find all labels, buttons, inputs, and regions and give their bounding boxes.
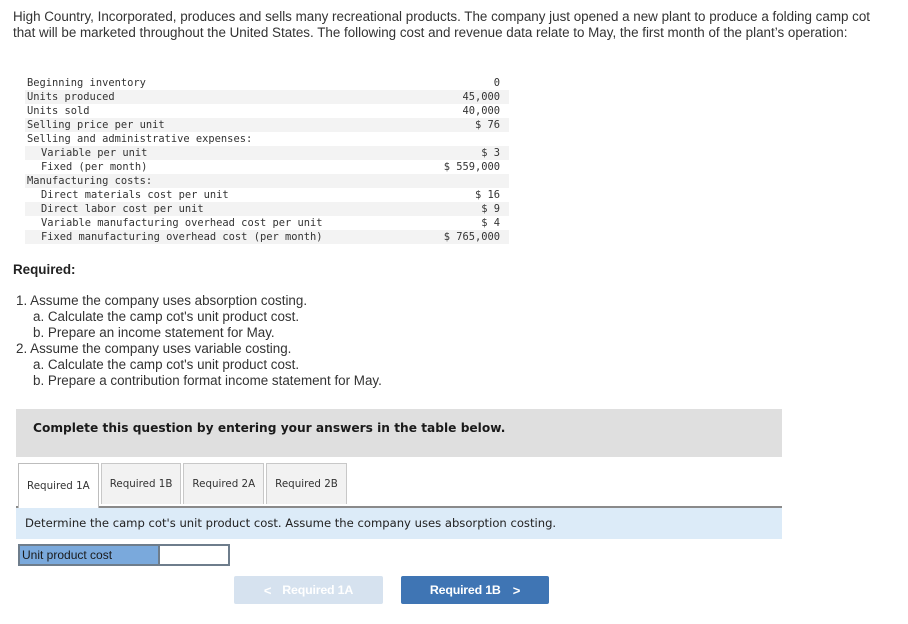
problem-intro: High Country, Incorporated, produces and… — [13, 9, 870, 40]
data-value: $ 3 — [481, 147, 500, 159]
required-heading: Required: — [13, 262, 76, 277]
unit-product-cost-input[interactable] — [160, 546, 228, 564]
data-label: Fixed manufacturing overhead cost (per m… — [41, 231, 323, 243]
next-button-label: Required 1B — [429, 583, 501, 597]
data-value: 0 — [493, 77, 500, 89]
data-label: Variable per unit — [41, 147, 148, 159]
requirement-tabs: Required 1A Required 1B Required 2A Requ… — [18, 463, 349, 508]
data-row: Fixed manufacturing overhead cost (per m… — [25, 230, 509, 244]
required-list: 1. Assume the company uses absorption co… — [16, 293, 382, 389]
data-row: Fixed (per month) $ 559,000 — [25, 160, 509, 174]
data-row: Variable per unit $ 3 — [25, 146, 509, 160]
data-label: Manufacturing costs: — [27, 175, 153, 187]
data-row: Beginning inventory 0 — [25, 76, 509, 90]
chevron-left-icon: < — [263, 582, 272, 598]
required-subitem: b. Prepare a contribution format income … — [33, 373, 382, 388]
prompt-text: Determine the camp cot's unit product co… — [25, 516, 557, 530]
data-label: Direct materials cost per unit — [41, 189, 229, 201]
answer-cell — [160, 546, 228, 564]
data-label: Fixed (per month) — [41, 161, 148, 173]
answer-label: Unit product cost — [20, 546, 160, 564]
data-value: $ 16 — [474, 189, 500, 201]
data-value: 45,000 — [462, 91, 500, 103]
data-value: $ 4 — [481, 217, 500, 229]
required-item: 2. Assume the company uses variable cost… — [16, 341, 292, 356]
data-row: Selling and administrative expenses: — [25, 132, 509, 146]
data-label: Selling price per unit — [27, 119, 165, 131]
data-value: $ 765,000 — [443, 231, 500, 243]
data-row: Selling price per unit $ 76 — [25, 118, 509, 132]
data-row: Direct labor cost per unit $ 9 — [25, 202, 509, 216]
tab-required-1a[interactable]: Required 1A — [18, 463, 99, 508]
required-subitem: a. Calculate the camp cot's unit product… — [33, 309, 300, 324]
data-label: Variable manufacturing overhead cost per… — [41, 217, 323, 229]
data-row: Direct materials cost per unit $ 16 — [25, 188, 509, 202]
tab-required-2b[interactable]: Required 2B — [266, 463, 347, 504]
data-row: Units sold 40,000 — [25, 104, 509, 118]
required-subitem: b. Prepare an income statement for May. — [33, 325, 275, 340]
data-row: Manufacturing costs: — [25, 174, 509, 188]
data-label: Units sold — [27, 105, 90, 117]
instruction-text: Complete this question by entering your … — [33, 421, 506, 435]
required-subitem: a. Calculate the camp cot's unit product… — [33, 357, 300, 372]
instruction-banner: Complete this question by entering your … — [16, 409, 782, 457]
previous-button-label: Required 1A — [282, 583, 354, 597]
next-button[interactable]: Required 1B > — [401, 576, 549, 604]
answer-table-row: Unit product cost — [18, 544, 230, 566]
previous-button[interactable]: < Required 1A — [234, 576, 383, 604]
data-label: Beginning inventory — [27, 77, 146, 89]
tab-required-2a[interactable]: Required 2A — [183, 463, 265, 504]
data-row: Units produced 45,000 — [25, 90, 509, 104]
question-prompt: Determine the camp cot's unit product co… — [16, 508, 782, 539]
required-item: 1. Assume the company uses absorption co… — [16, 293, 308, 308]
data-label: Selling and administrative expenses: — [27, 133, 253, 145]
data-value: 40,000 — [462, 105, 500, 117]
data-value: $ 76 — [474, 119, 500, 131]
data-label: Units produced — [27, 91, 115, 103]
chevron-right-icon: > — [512, 582, 521, 598]
cost-data-table: Beginning inventory 0 Units produced 45,00… — [25, 76, 509, 244]
tab-required-1b[interactable]: Required 1B — [100, 463, 182, 504]
data-row: Variable manufacturing overhead cost per… — [25, 216, 509, 230]
data-value: $ 9 — [481, 203, 500, 215]
data-label: Direct labor cost per unit — [41, 203, 204, 215]
data-value: $ 559,000 — [443, 161, 500, 173]
